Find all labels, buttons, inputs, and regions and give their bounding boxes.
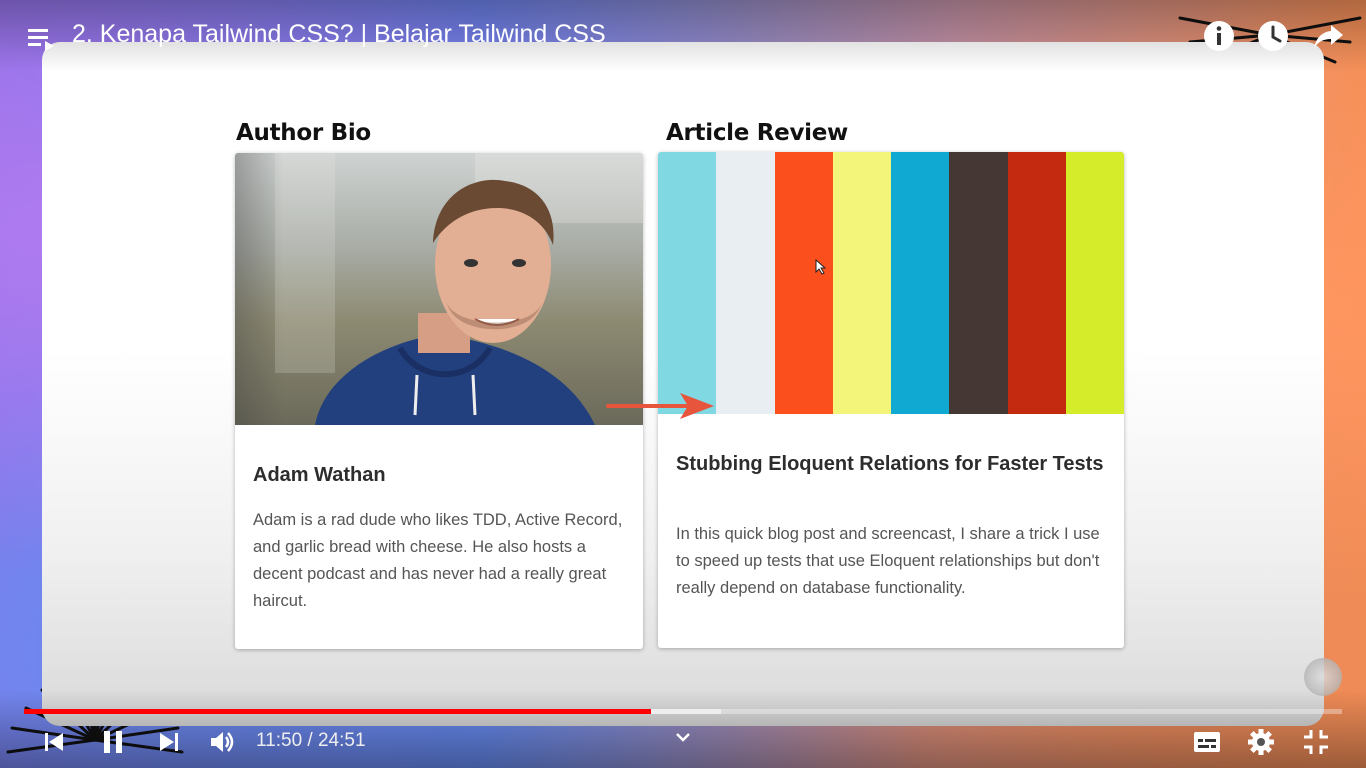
mouse-cursor-icon: [815, 259, 827, 275]
progress-played: [24, 709, 652, 714]
color-stripe: [949, 152, 1008, 414]
article-review-card: Stubbing Eloquent Relations for Faster T…: [658, 152, 1124, 648]
author-photo: [235, 153, 643, 425]
author-section-heading: Author Bio: [236, 120, 371, 146]
volume-icon[interactable]: [208, 728, 236, 756]
time-display: 11:50 / 24:51: [256, 730, 366, 751]
article-title: Stubbing Eloquent Relations for Faster T…: [676, 453, 1104, 475]
channel-watermark[interactable]: [1304, 658, 1342, 696]
settings-icon[interactable]: [1247, 728, 1275, 756]
watch-later-icon[interactable]: [1257, 20, 1289, 52]
share-icon[interactable]: [1312, 20, 1344, 52]
next-icon[interactable]: [155, 728, 183, 756]
article-section-heading: Article Review: [666, 120, 848, 146]
previous-icon[interactable]: [40, 728, 68, 756]
annotation-arrow: [606, 393, 714, 419]
progress-bar[interactable]: [24, 709, 1342, 714]
exit-fullscreen-icon[interactable]: [1302, 728, 1330, 756]
color-stripe: [1065, 152, 1124, 414]
chevron-down-icon[interactable]: [674, 728, 692, 746]
pause-icon[interactable]: [99, 728, 127, 756]
color-stripe: [832, 152, 891, 414]
author-bio-card: Adam Wathan Adam is a rad dude who likes…: [235, 153, 643, 649]
video-title[interactable]: 2. Kenapa Tailwind CSS? | Belajar Tailwi…: [72, 20, 606, 49]
author-name: Adam Wathan: [253, 464, 386, 486]
color-stripe: [1007, 152, 1066, 414]
color-stripe: [716, 152, 775, 414]
color-stripe: [891, 152, 950, 414]
author-bio-text: Adam is a rad dude who likes TDD, Active…: [253, 511, 623, 610]
color-stripe: [658, 152, 717, 414]
color-stripe: [774, 152, 833, 414]
info-icon[interactable]: [1203, 20, 1235, 52]
article-color-stripes: [658, 152, 1124, 414]
subtitles-icon[interactable]: [1193, 728, 1221, 756]
playlist-icon[interactable]: [26, 24, 56, 54]
article-excerpt: In this quick blog post and screencast, …: [676, 525, 1100, 597]
